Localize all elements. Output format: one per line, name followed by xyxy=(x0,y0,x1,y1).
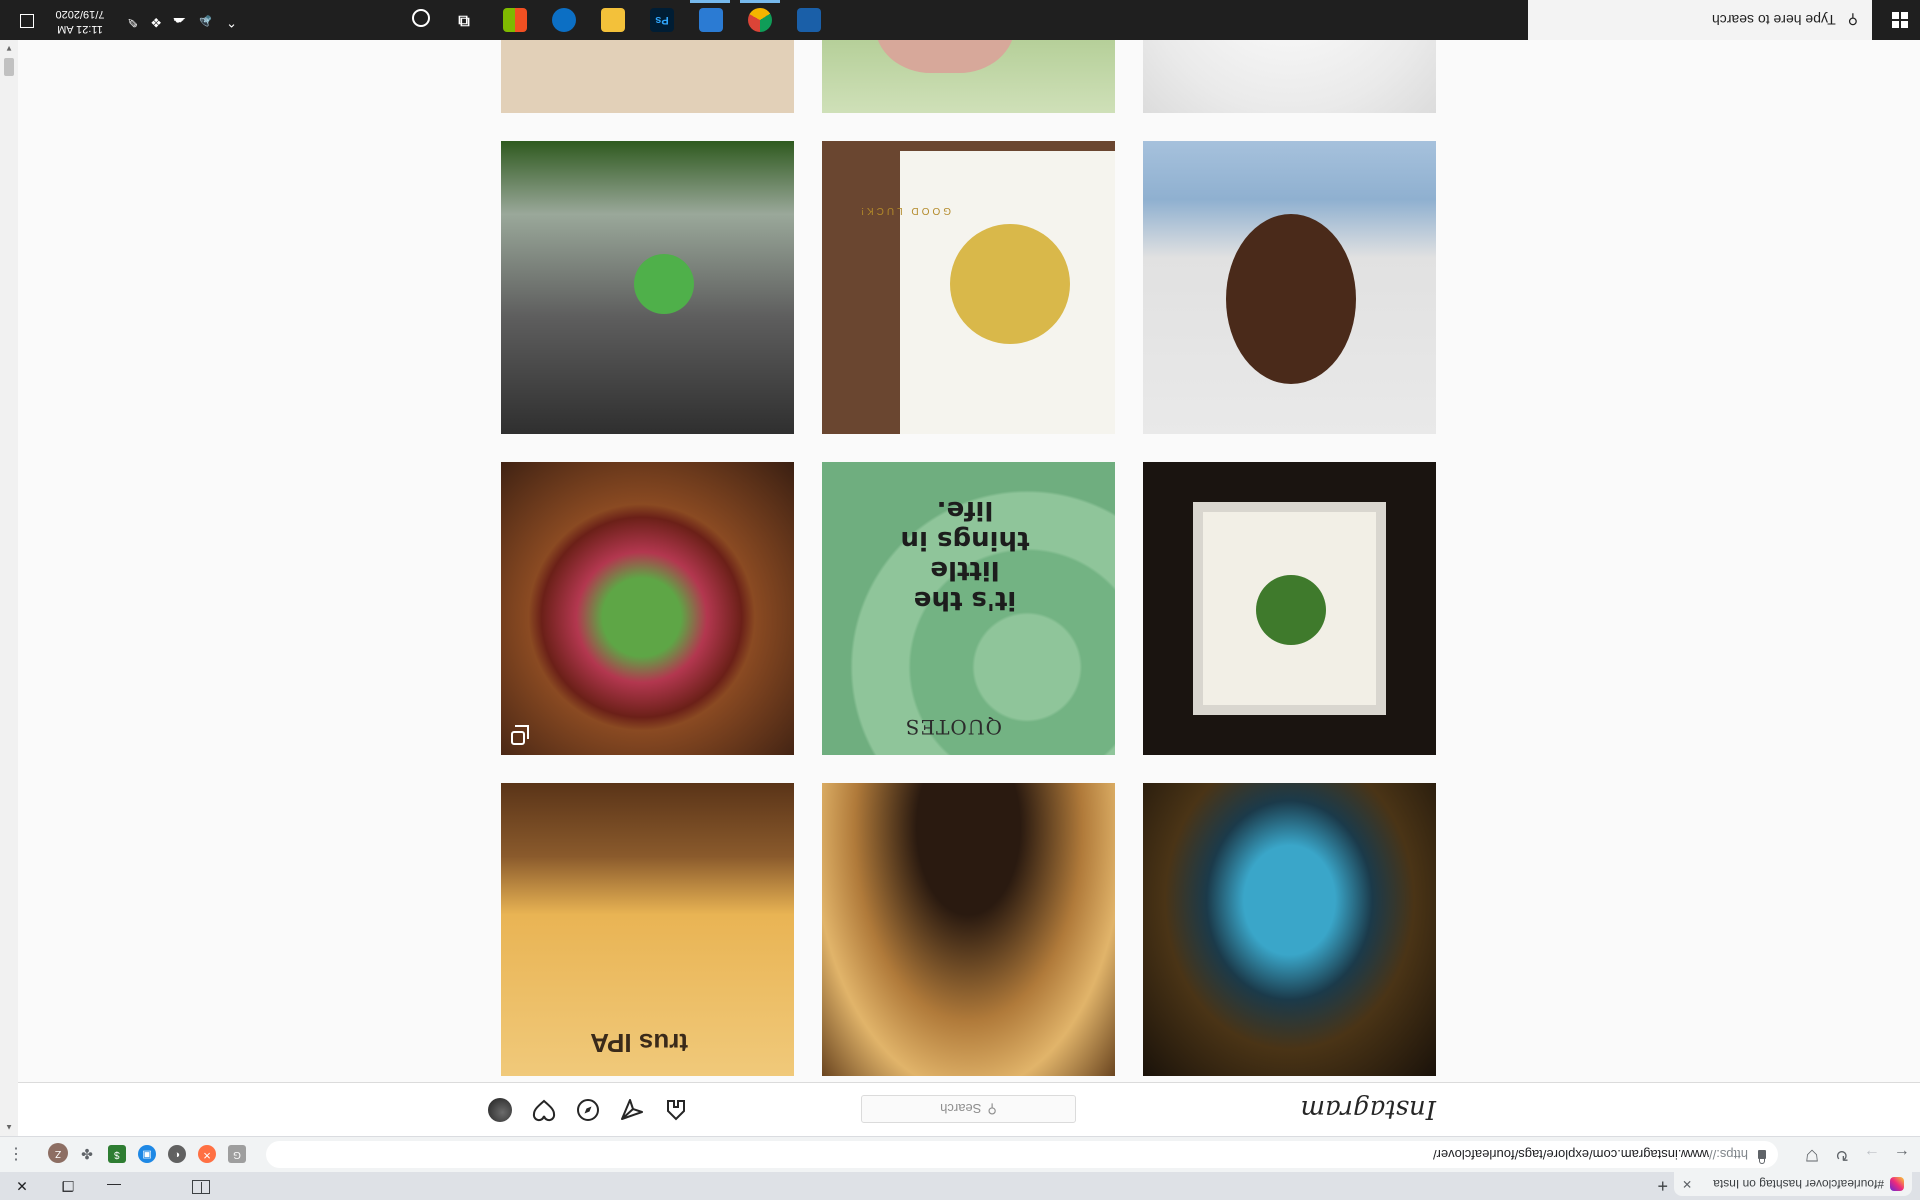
chrome-menu-icon[interactable]: ⋮ xyxy=(8,1144,24,1164)
post-tile-framed-clover-blue[interactable] xyxy=(1143,783,1436,1076)
tab-search-icon[interactable] xyxy=(192,1180,210,1194)
instagram-search-input[interactable]: ⚲ Search xyxy=(861,1095,1076,1123)
home-shield-icon[interactable]: ⛉ xyxy=(1802,1144,1822,1164)
file-explorer-icon[interactable] xyxy=(601,8,625,32)
tray-chevron-icon[interactable]: ⌃ xyxy=(226,14,237,30)
cortana-icon[interactable] xyxy=(412,9,430,27)
browser-tab[interactable]: #fourleafclover hashtag on Insta ✕ xyxy=(1674,1172,1912,1196)
quote-text: it's the little things in life. xyxy=(900,495,1030,615)
url-path: www.instagram.com/explore/tags/fourleafc… xyxy=(1432,1147,1709,1162)
scroll-thumb[interactable] xyxy=(4,58,14,76)
edge-icon[interactable] xyxy=(552,8,576,32)
home-icon[interactable] xyxy=(664,1098,688,1122)
store-icon[interactable] xyxy=(503,8,527,32)
minimize-button[interactable]: — xyxy=(91,1172,137,1200)
windows-start-icon[interactable] xyxy=(1892,12,1908,28)
post-tile-clover-resin-paperweight[interactable] xyxy=(501,462,794,755)
reload-icon[interactable]: ↻ xyxy=(1832,1144,1852,1164)
post-tile-citrus-ipa-beer[interactable]: trus IPA xyxy=(501,783,794,1076)
close-window-button[interactable]: ✕ xyxy=(0,1172,45,1200)
active-app-indicator xyxy=(690,0,730,3)
onedrive-icon[interactable]: ☁ xyxy=(173,14,186,30)
control-panel-icon[interactable] xyxy=(797,8,821,32)
scroll-up-arrow-icon[interactable]: ▲ xyxy=(5,1123,13,1132)
cloud-app-icon[interactable] xyxy=(699,8,723,32)
maximize-button[interactable]: ❐ xyxy=(45,1172,91,1200)
forward-arrow-icon[interactable]: → xyxy=(1862,1144,1882,1164)
explore-icon[interactable] xyxy=(576,1098,600,1122)
post-tile-smiling-person-portrait[interactable] xyxy=(1143,141,1436,434)
quote-title: QUOTES xyxy=(904,715,1002,739)
dropbox-icon[interactable]: ❖ xyxy=(150,14,162,30)
back-arrow-icon[interactable]: ← xyxy=(1892,1144,1912,1164)
task-view-icon[interactable]: ⧉ xyxy=(452,8,476,32)
chrome-icon[interactable] xyxy=(748,8,772,32)
address-bar[interactable]: https:// www.instagram.com/explore/tags/… xyxy=(266,1141,1778,1168)
scroll-down-arrow-icon[interactable]: ▼ xyxy=(5,44,13,53)
extension-g-icon[interactable]: G xyxy=(228,1145,246,1163)
post-tile-clover-in-hand-forest[interactable] xyxy=(501,141,794,434)
pen-icon[interactable]: ✎ xyxy=(127,14,138,30)
multiple-photos-icon xyxy=(511,731,525,745)
instagram-favicon-icon xyxy=(1890,1177,1904,1191)
notification-center-icon[interactable] xyxy=(20,14,34,28)
screen: #fourleafclover hashtag on Insta ✕ + — ❐… xyxy=(0,0,1920,1200)
clock-date: 7/19/2020 xyxy=(55,8,105,20)
taskbar-clock[interactable]: 11:21 AM 7/19/2020 xyxy=(50,6,110,36)
url-scheme: https:// xyxy=(1708,1147,1748,1162)
extension-orange-icon[interactable]: ✕ xyxy=(198,1145,216,1163)
post-tile-blurred-lights[interactable] xyxy=(822,783,1115,1076)
windows-taskbar: ⚲ Type here to search ⧉ Ps ⌃ 🔈 ☁ ❖ ✎ 11:… xyxy=(0,0,1920,40)
volume-icon[interactable]: 🔈 xyxy=(196,14,212,30)
extension-blue-icon[interactable]: ▣ xyxy=(138,1145,156,1163)
active-app-indicator xyxy=(740,0,780,3)
direct-icon[interactable] xyxy=(620,1098,644,1122)
activity-icon[interactable] xyxy=(532,1098,556,1122)
post-tile-good-luck-card[interactable]: GOOD LUCK! xyxy=(822,141,1115,434)
search-placeholder: Search xyxy=(940,1101,982,1117)
clock-time: 11:21 AM xyxy=(57,23,103,35)
card-text: GOOD LUCK! xyxy=(858,205,951,216)
search-icon: ⚲ xyxy=(987,1102,997,1117)
tab-close-icon[interactable]: ✕ xyxy=(1682,1177,1692,1191)
taskbar-search-box[interactable]: ⚲ Type here to search xyxy=(1528,0,1872,40)
extension-dollar-icon[interactable]: $ xyxy=(108,1145,126,1163)
lock-icon xyxy=(1758,1150,1766,1159)
tab-title: #fourleafclover hashtag on Insta xyxy=(1713,1177,1884,1191)
photoshop-icon[interactable]: Ps xyxy=(650,8,674,32)
profile-avatar[interactable]: Z xyxy=(48,1143,68,1163)
post-tile-framed-pressed-clover[interactable] xyxy=(1143,462,1436,755)
beer-label-text: trus IPA xyxy=(590,1028,688,1058)
instagram-logo[interactable]: Instagram xyxy=(1300,1094,1436,1124)
profile-avatar-icon[interactable] xyxy=(488,1098,512,1122)
extension-circle-icon[interactable]: ◐ xyxy=(168,1145,186,1163)
new-tab-button[interactable]: + xyxy=(1657,1175,1668,1196)
browser-tab-strip: #fourleafclover hashtag on Insta ✕ + — ❐… xyxy=(0,1172,1920,1200)
instagram-header: Instagram ⚲ Search xyxy=(18,1082,1920,1136)
extensions-puzzle-icon[interactable]: ✤ xyxy=(78,1145,96,1163)
search-magnifier-icon: ⚲ xyxy=(1847,12,1858,29)
page-scrollbar[interactable]: ▲ ▼ xyxy=(0,40,18,1136)
taskbar-search-placeholder: Type here to search xyxy=(1711,12,1836,28)
browser-toolbar: ← → ↻ ⛉ https:// www.instagram.com/explo… xyxy=(0,1136,1920,1172)
post-tile-clover-quote[interactable]: QUOTES it's the little things in life. xyxy=(822,462,1115,755)
